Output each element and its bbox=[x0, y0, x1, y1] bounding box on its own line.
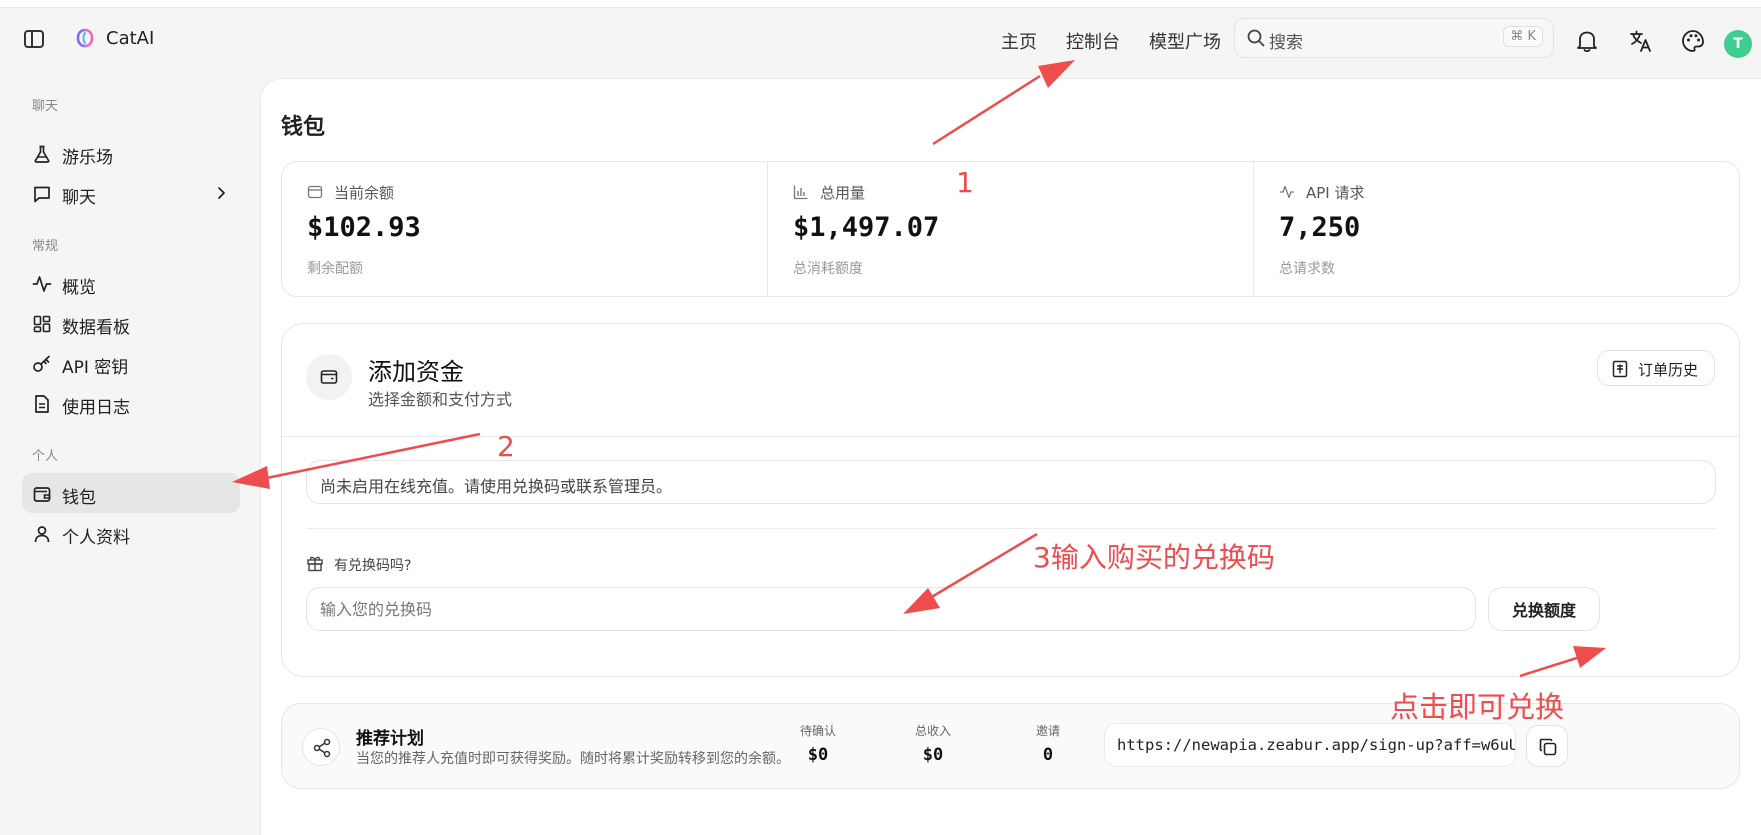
sidebar-section-general: 常规 bbox=[32, 239, 59, 254]
search-box[interactable]: 搜索 ⌘ K bbox=[1234, 18, 1554, 58]
share-badge bbox=[302, 728, 340, 766]
search-placeholder: 搜索 bbox=[1269, 33, 1303, 53]
dashboard-icon bbox=[33, 315, 51, 333]
sidebar-item-label: 聊天 bbox=[62, 188, 96, 208]
sidebar-item-label: 使用日志 bbox=[62, 398, 130, 418]
nav-models[interactable]: 模型广场 bbox=[1149, 28, 1221, 54]
add-funds-subtitle: 选择金额和支付方式 bbox=[368, 390, 513, 409]
recharge-disabled-notice: 尚未启用在线充值。请使用兑换码或联系管理员。 bbox=[306, 460, 1716, 504]
sidebar-item-label: 个人资料 bbox=[62, 528, 130, 548]
sidebar-section-personal: 个人 bbox=[32, 449, 59, 464]
redeem-question-label: 有兑换码吗? bbox=[334, 558, 412, 574]
logo-icon bbox=[76, 28, 94, 48]
stat-label: 总用量 bbox=[820, 184, 866, 202]
translate-icon[interactable] bbox=[1628, 28, 1654, 54]
chevron-right-icon[interactable] bbox=[212, 184, 230, 202]
receipt-icon bbox=[1612, 360, 1628, 378]
sidebar-item-label: API 密钥 bbox=[62, 358, 129, 378]
sidebar: 聊天 游乐场 聊天 常规 概览 数据看板 API 密钥 使用日志 个人 钱包 个… bbox=[0, 70, 260, 835]
sidebar-item-overview[interactable]: 概览 bbox=[22, 263, 240, 303]
window-top-edge bbox=[0, 0, 1761, 8]
referral-title: 推荐计划 bbox=[356, 729, 424, 749]
sidebar-item-label: 游乐场 bbox=[62, 148, 113, 168]
chat-bubble-icon bbox=[34, 186, 50, 203]
sidebar-item-playground[interactable]: 游乐场 bbox=[22, 133, 240, 173]
referral-income: 总收入 $0 bbox=[903, 722, 963, 765]
annotation-step-3: 3输入购买的兑换码 bbox=[1033, 541, 1275, 574]
flask-icon bbox=[34, 145, 50, 163]
redeem-code-input[interactable] bbox=[306, 587, 1476, 631]
referral-stat-label: 待确认 bbox=[799, 724, 836, 738]
share-icon bbox=[313, 738, 331, 758]
nav-home[interactable]: 主页 bbox=[1001, 28, 1037, 54]
referral-description: 当您的推荐人充值时即可获得奖励。随时将累计奖励转移到您的余额。 bbox=[356, 751, 790, 767]
referral-stat-value: $0 bbox=[922, 745, 944, 765]
stat-sub: 总请求数 bbox=[1279, 261, 1335, 277]
sidebar-item-chat[interactable]: 聊天 bbox=[22, 173, 240, 213]
top-bar: CatAI 主页 控制台 模型广场 搜索 ⌘ K T bbox=[0, 8, 1761, 70]
annotation-step-2: 2 bbox=[497, 430, 515, 463]
referral-stat-value: $0 bbox=[807, 745, 829, 765]
stat-balance: 当前余额 $102.93 剩余配额 bbox=[282, 162, 768, 296]
stat-label: 当前余额 bbox=[334, 184, 395, 202]
wallet-icon bbox=[307, 185, 323, 199]
search-icon bbox=[1247, 29, 1265, 47]
bell-icon[interactable] bbox=[1574, 28, 1600, 54]
sidebar-item-wallet[interactable]: 钱包 bbox=[22, 473, 240, 513]
annotation-step-1: 1 bbox=[956, 166, 974, 199]
sidebar-item-api-keys[interactable]: API 密钥 bbox=[22, 343, 240, 383]
document-icon bbox=[35, 395, 49, 413]
stats-card: 当前余额 $102.93 剩余配额 总用量 $1,497.07 总消耗额度 AP… bbox=[281, 161, 1740, 297]
referral-link-field[interactable] bbox=[1104, 723, 1516, 767]
user-icon bbox=[34, 526, 50, 543]
wallet-icon bbox=[33, 487, 51, 502]
sidebar-item-dashboard[interactable]: 数据看板 bbox=[22, 303, 240, 343]
order-history-button[interactable]: 订单历史 bbox=[1597, 350, 1715, 386]
activity-icon bbox=[32, 276, 52, 292]
divider bbox=[306, 528, 1716, 529]
wallet-icon bbox=[320, 370, 338, 384]
stat-value: $102.93 bbox=[307, 212, 421, 243]
notice-text: 尚未启用在线充值。请使用兑换码或联系管理员。 bbox=[320, 477, 673, 496]
sidebar-item-label: 钱包 bbox=[62, 488, 96, 508]
stat-sub: 剩余配额 bbox=[307, 261, 363, 277]
referral-stat-label: 邀请 bbox=[1035, 724, 1060, 738]
wallet-badge bbox=[306, 354, 352, 400]
sidebar-item-profile[interactable]: 个人资料 bbox=[22, 513, 240, 553]
add-funds-card: 添加资金 选择金额和支付方式 订单历史 尚未启用在线充值。请使用兑换码或联系管理… bbox=[281, 323, 1740, 677]
referral-stat-value: 0 bbox=[1042, 745, 1054, 765]
order-history-label: 订单历史 bbox=[1638, 361, 1699, 379]
redeem-button[interactable]: 兑换额度 bbox=[1488, 587, 1600, 631]
sidebar-item-label: 数据看板 bbox=[62, 318, 130, 338]
page-title: 钱包 bbox=[281, 115, 326, 140]
avatar[interactable]: T bbox=[1724, 30, 1752, 58]
referral-invites: 邀请 0 bbox=[1018, 722, 1078, 765]
gift-icon bbox=[307, 556, 323, 572]
sidebar-item-label: 概览 bbox=[62, 278, 96, 298]
annotation-click-to-redeem: 点击即可兑换 bbox=[1390, 690, 1565, 724]
stat-sub: 总消耗额度 bbox=[793, 261, 863, 277]
copy-icon bbox=[1539, 738, 1557, 756]
bar-chart-icon bbox=[793, 185, 808, 200]
sidebar-toggle-icon[interactable] bbox=[24, 30, 44, 48]
copy-button[interactable] bbox=[1526, 725, 1568, 767]
app-name[interactable]: CatAI bbox=[106, 28, 154, 49]
stat-label: API 请求 bbox=[1306, 184, 1365, 202]
sidebar-item-usage-logs[interactable]: 使用日志 bbox=[22, 383, 240, 423]
stat-usage: 总用量 $1,497.07 总消耗额度 bbox=[768, 162, 1254, 296]
key-icon bbox=[33, 355, 50, 372]
sidebar-section-chat: 聊天 bbox=[32, 99, 59, 114]
stat-value: $1,497.07 bbox=[793, 212, 940, 243]
stat-value: 7,250 bbox=[1279, 212, 1361, 243]
nav-console[interactable]: 控制台 bbox=[1066, 28, 1120, 54]
referral-pending: 待确认 $0 bbox=[788, 722, 848, 765]
activity-icon bbox=[1280, 185, 1294, 199]
palette-icon[interactable] bbox=[1680, 28, 1706, 54]
search-shortcut: ⌘ K bbox=[1503, 26, 1543, 47]
add-funds-title: 添加资金 bbox=[368, 358, 464, 386]
stat-requests: API 请求 7,250 总请求数 bbox=[1254, 162, 1739, 296]
referral-stat-label: 总收入 bbox=[914, 724, 951, 738]
